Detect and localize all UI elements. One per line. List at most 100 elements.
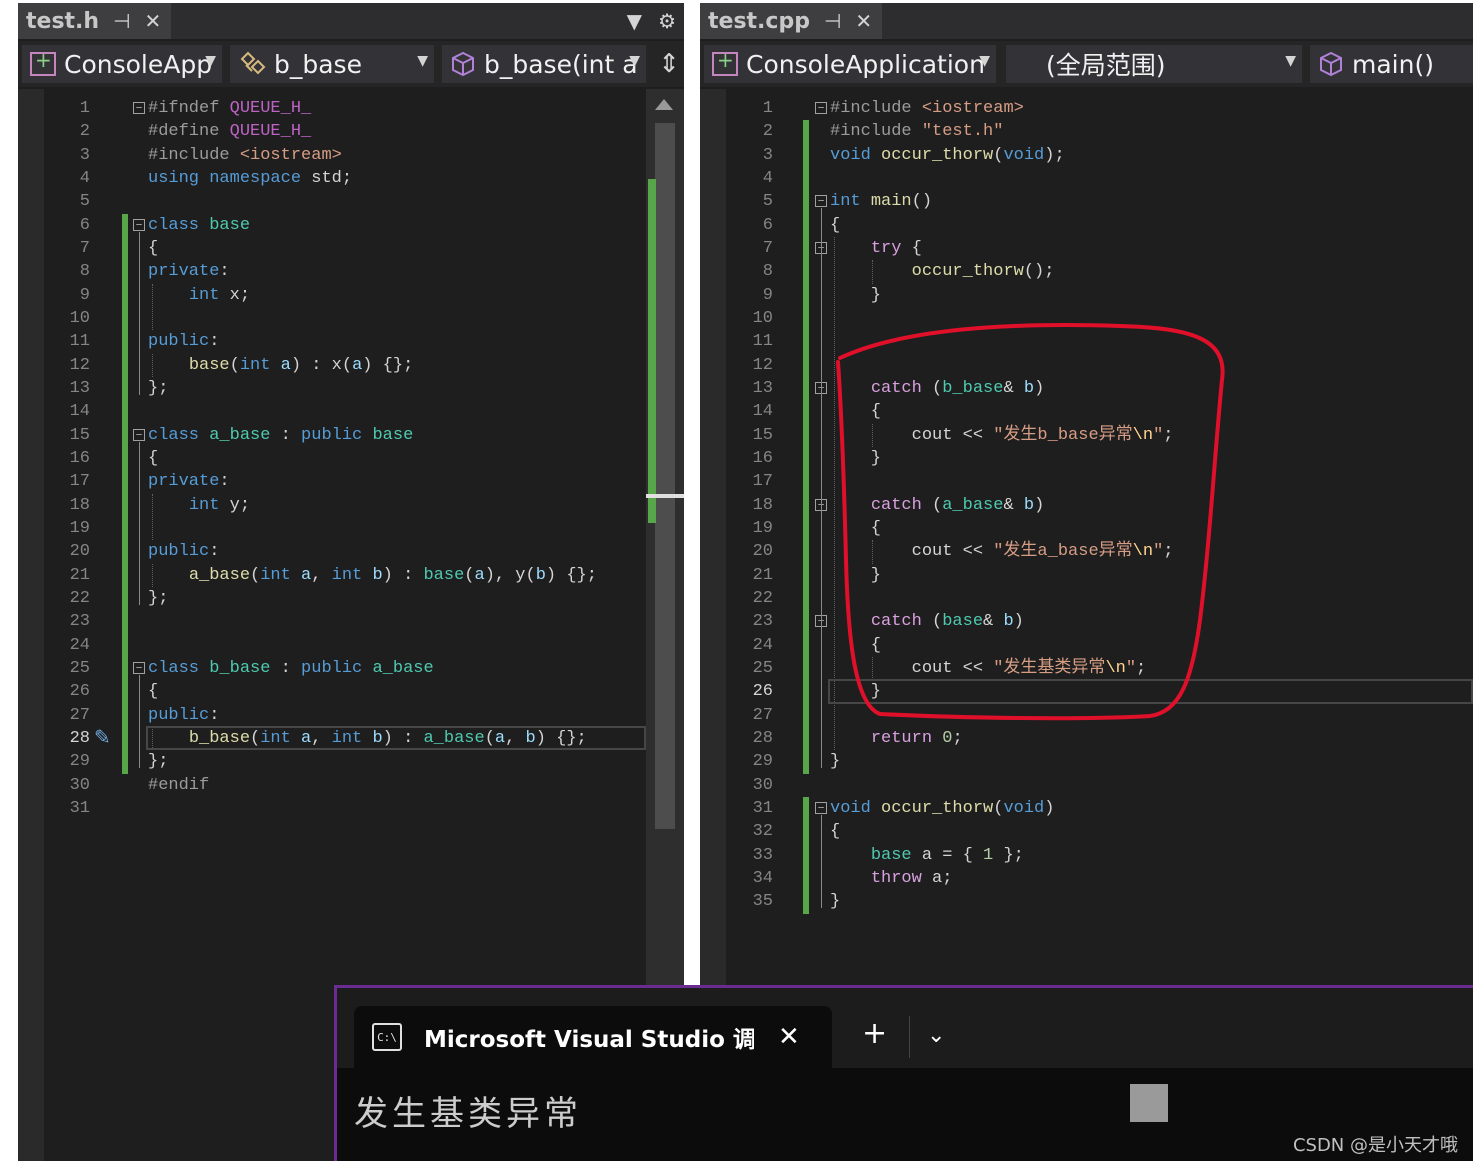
code-text[interactable]: return 0; xyxy=(830,727,963,750)
code-text[interactable]: { xyxy=(830,634,881,657)
code-line: 32 { xyxy=(700,820,1473,843)
line-number: 25 xyxy=(69,658,90,678)
code-text[interactable]: { xyxy=(148,680,158,703)
fold-toggle-icon[interactable]: − xyxy=(815,102,827,114)
code-text[interactable]: { xyxy=(830,400,881,423)
code-text[interactable]: } xyxy=(830,750,840,773)
code-line: 11 xyxy=(700,330,1473,353)
scope-dropdown[interactable]: (全局范围) ▼ xyxy=(1006,45,1302,83)
terminal-cursor xyxy=(1130,1084,1168,1122)
code-text[interactable]: class base xyxy=(148,214,250,237)
code-text[interactable]: catch (b_base& b) xyxy=(830,377,1044,400)
close-icon[interactable]: ✕ xyxy=(855,9,872,33)
fold-toggle-icon[interactable]: − xyxy=(133,661,145,674)
code-text[interactable]: int main() xyxy=(830,190,932,213)
code-text[interactable]: throw a; xyxy=(830,867,953,890)
fold-toggle-icon[interactable]: − xyxy=(133,218,145,231)
pin-icon[interactable]: ⊣ xyxy=(824,9,841,33)
terminal-tab[interactable]: C:\ Microsoft Visual Studio 调试控制台 ✕ xyxy=(354,1006,832,1068)
tab-test-h[interactable]: test.h ⊣ ✕ xyxy=(18,3,172,39)
project-dropdown[interactable]: ConsoleApplication ▼ xyxy=(704,45,996,83)
code-text[interactable]: class b_base : public a_base xyxy=(148,657,434,680)
code-text[interactable]: { xyxy=(830,517,881,540)
chevron-down-icon[interactable]: ⌄ xyxy=(927,1023,945,1048)
code-text[interactable]: { xyxy=(148,447,158,470)
code-text[interactable]: } xyxy=(830,890,840,913)
code-line: 27 xyxy=(700,704,1473,727)
code-text[interactable]: #ifndef QUEUE_H_ xyxy=(148,97,311,120)
code-text[interactable]: public: xyxy=(148,540,219,563)
code-text[interactable]: cout << "发生a_base异常\n"; xyxy=(830,540,1174,563)
code-text[interactable]: #include <iostream> xyxy=(148,144,342,167)
code-text[interactable]: cout << "发生b_base异常\n"; xyxy=(830,424,1174,447)
code-text[interactable]: using namespace std; xyxy=(148,167,352,190)
line-number: 19 xyxy=(69,518,90,538)
code-line: 4 xyxy=(700,167,1473,190)
code-line: 26 { xyxy=(18,680,684,703)
code-text[interactable]: private: xyxy=(148,470,230,493)
scope-dropdown[interactable]: b_base ▼ xyxy=(230,45,434,83)
code-text[interactable]: }; xyxy=(148,587,168,610)
code-text[interactable]: int x; xyxy=(148,284,250,307)
tab-test-cpp[interactable]: test.cpp ⊣ ✕ xyxy=(700,3,883,39)
tab-tools: ▼ ⚙ xyxy=(627,3,676,39)
screwdriver-icon[interactable]: ✎ xyxy=(94,725,111,749)
line-number: 3 xyxy=(762,145,773,165)
code-text[interactable]: #include <iostream> xyxy=(830,97,1024,120)
close-icon[interactable]: ✕ xyxy=(145,9,162,33)
split-editor-icon[interactable]: ⇕ xyxy=(658,49,680,79)
code-text[interactable]: occur_thorw(); xyxy=(830,260,1055,283)
code-text[interactable]: }; xyxy=(148,377,168,400)
dropdown-arrow-icon[interactable]: ▼ xyxy=(627,9,642,33)
code-text[interactable]: int y; xyxy=(148,494,250,517)
code-text[interactable]: #endif xyxy=(148,774,209,797)
code-text[interactable]: try { xyxy=(830,237,922,260)
code-text[interactable]: } xyxy=(830,284,881,307)
code-text[interactable]: } xyxy=(830,447,881,470)
indent-guide xyxy=(872,540,873,564)
line-number: 28 xyxy=(752,728,773,748)
line-number: 27 xyxy=(69,705,90,725)
code-text[interactable]: public: xyxy=(148,704,219,727)
close-icon[interactable]: ✕ xyxy=(778,1022,800,1052)
fold-toggle-icon[interactable]: − xyxy=(815,195,827,208)
code-text[interactable]: class a_base : public base xyxy=(148,424,413,447)
code-text[interactable]: cout << "发生基类异常\n"; xyxy=(830,657,1147,680)
code-text[interactable]: base(int a) : x(a) {}; xyxy=(148,354,413,377)
code-text[interactable]: base a = { 1 }; xyxy=(830,844,1024,867)
code-text[interactable]: catch (a_base& b) xyxy=(830,494,1044,517)
code-text[interactable]: #include "test.h" xyxy=(830,120,1003,143)
code-line: 8 occur_thorw(); xyxy=(700,260,1473,283)
fold-toggle-icon[interactable]: − xyxy=(815,801,827,814)
project-dropdown[interactable]: ConsoleApp ▼ xyxy=(22,45,222,83)
code-line: 3 #include <iostream> xyxy=(18,144,684,167)
code-line: 4 using namespace std; xyxy=(18,167,684,190)
code-text[interactable]: #define QUEUE_H_ xyxy=(148,120,311,143)
pin-icon[interactable]: ⊣ xyxy=(113,9,130,33)
member-dropdown[interactable]: main() xyxy=(1310,45,1473,83)
fold-toggle-icon[interactable]: − xyxy=(133,428,145,441)
fold-toggle-icon[interactable]: − xyxy=(133,102,145,114)
new-tab-button[interactable]: + xyxy=(862,1016,887,1051)
code-text[interactable]: void occur_thorw(void); xyxy=(830,144,1065,167)
chevron-down-icon: ▼ xyxy=(205,53,216,69)
code-text[interactable]: } xyxy=(830,564,881,587)
code-text[interactable]: private: xyxy=(148,260,230,283)
code-text[interactable]: { xyxy=(148,237,158,260)
code-line: 20 public: xyxy=(18,540,684,563)
code-line: 14 xyxy=(18,400,684,423)
settings-gear-icon[interactable]: ⚙ xyxy=(658,9,676,33)
project-icon xyxy=(30,48,56,76)
line-number: 18 xyxy=(752,495,773,515)
code-text[interactable]: public: xyxy=(148,330,219,353)
line-number: 26 xyxy=(69,682,90,702)
code-text[interactable]: { xyxy=(830,214,840,237)
code-text[interactable]: void occur_thorw(void) xyxy=(830,797,1054,820)
code-text[interactable]: catch (base& b) xyxy=(830,610,1024,633)
code-text[interactable]: { xyxy=(830,820,840,843)
line-number: 5 xyxy=(79,192,90,212)
code-text[interactable]: }; xyxy=(148,750,168,773)
line-number: 10 xyxy=(752,308,773,328)
member-dropdown[interactable]: b_base(int a ▼ xyxy=(442,45,646,83)
code-text[interactable]: a_base(int a, int b) : base(a), y(b) {}; xyxy=(148,564,597,587)
